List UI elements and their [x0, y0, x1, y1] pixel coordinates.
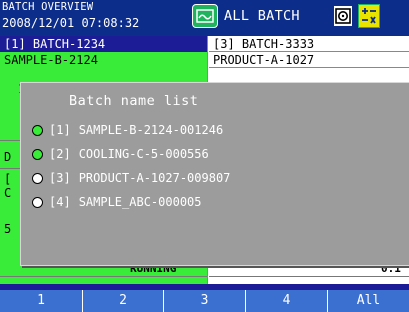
batch-list-item[interactable]: [1] SAMPLE-B-2124-001246: [32, 121, 223, 139]
fragment-text: C: [4, 186, 12, 200]
header-bar: BATCH OVERVIEW 2008/12/01 07:08:32 ALL B…: [0, 0, 409, 36]
status-dot-icon: [32, 148, 43, 160]
divider: [0, 276, 207, 277]
softkey-1[interactable]: 1: [0, 290, 82, 312]
screen-title: BATCH OVERVIEW: [2, 1, 94, 13]
datetime: 2008/12/01 07:08:32: [2, 16, 140, 30]
batch-panel-header: [1] BATCH-1234: [0, 36, 207, 52]
divider: [209, 276, 409, 277]
dialog-title: Batch name list: [69, 93, 199, 109]
batch-index: [1]: [49, 123, 71, 137]
batch-name: COOLING-C-5-000556: [78, 147, 209, 161]
batch-panel-name: PRODUCT-A-1027: [209, 52, 409, 68]
batch-index: [3]: [49, 171, 71, 185]
softkey-2[interactable]: 2: [82, 290, 163, 312]
fragment-text: [: [4, 172, 12, 186]
batch-list-item[interactable]: [3] PRODUCT-A-1027-009807: [32, 169, 230, 187]
softkey-4[interactable]: 4: [245, 290, 327, 312]
target-icon[interactable]: [332, 4, 354, 28]
softkey-all[interactable]: All: [327, 290, 409, 312]
batch-list-item[interactable]: [4] SAMPLE_ABC-000005: [32, 193, 202, 211]
mode-label: ALL BATCH: [224, 8, 300, 24]
batch-list-item[interactable]: [2] COOLING-C-5-000556: [32, 145, 209, 163]
fragment-text: 5: [4, 222, 12, 236]
softkey-3[interactable]: 3: [163, 290, 245, 312]
fragment-text: D: [4, 150, 12, 164]
batch-name: PRODUCT-A-1027-009807: [78, 171, 231, 185]
status-dot-icon: [32, 196, 43, 208]
batch-panel-header: [3] BATCH-3333: [209, 36, 409, 52]
batch-name: SAMPLE-B-2124-001246: [78, 123, 224, 137]
status-dot-icon: [32, 124, 43, 136]
batch-name: SAMPLE_ABC-000005: [78, 195, 202, 209]
batch-index: [4]: [49, 195, 71, 209]
batch-index: [2]: [49, 147, 71, 161]
soft-key-bar: 1 2 3 4 All: [0, 284, 409, 312]
batch-name-list-dialog[interactable]: Batch name list [1] SAMPLE-B-2124-001246…: [20, 82, 409, 266]
calc-icon[interactable]: [358, 4, 380, 28]
batch-panel-name: SAMPLE-B-2124: [4, 53, 98, 67]
batch-status-icon[interactable]: [192, 4, 218, 28]
status-dot-icon: [32, 172, 43, 184]
